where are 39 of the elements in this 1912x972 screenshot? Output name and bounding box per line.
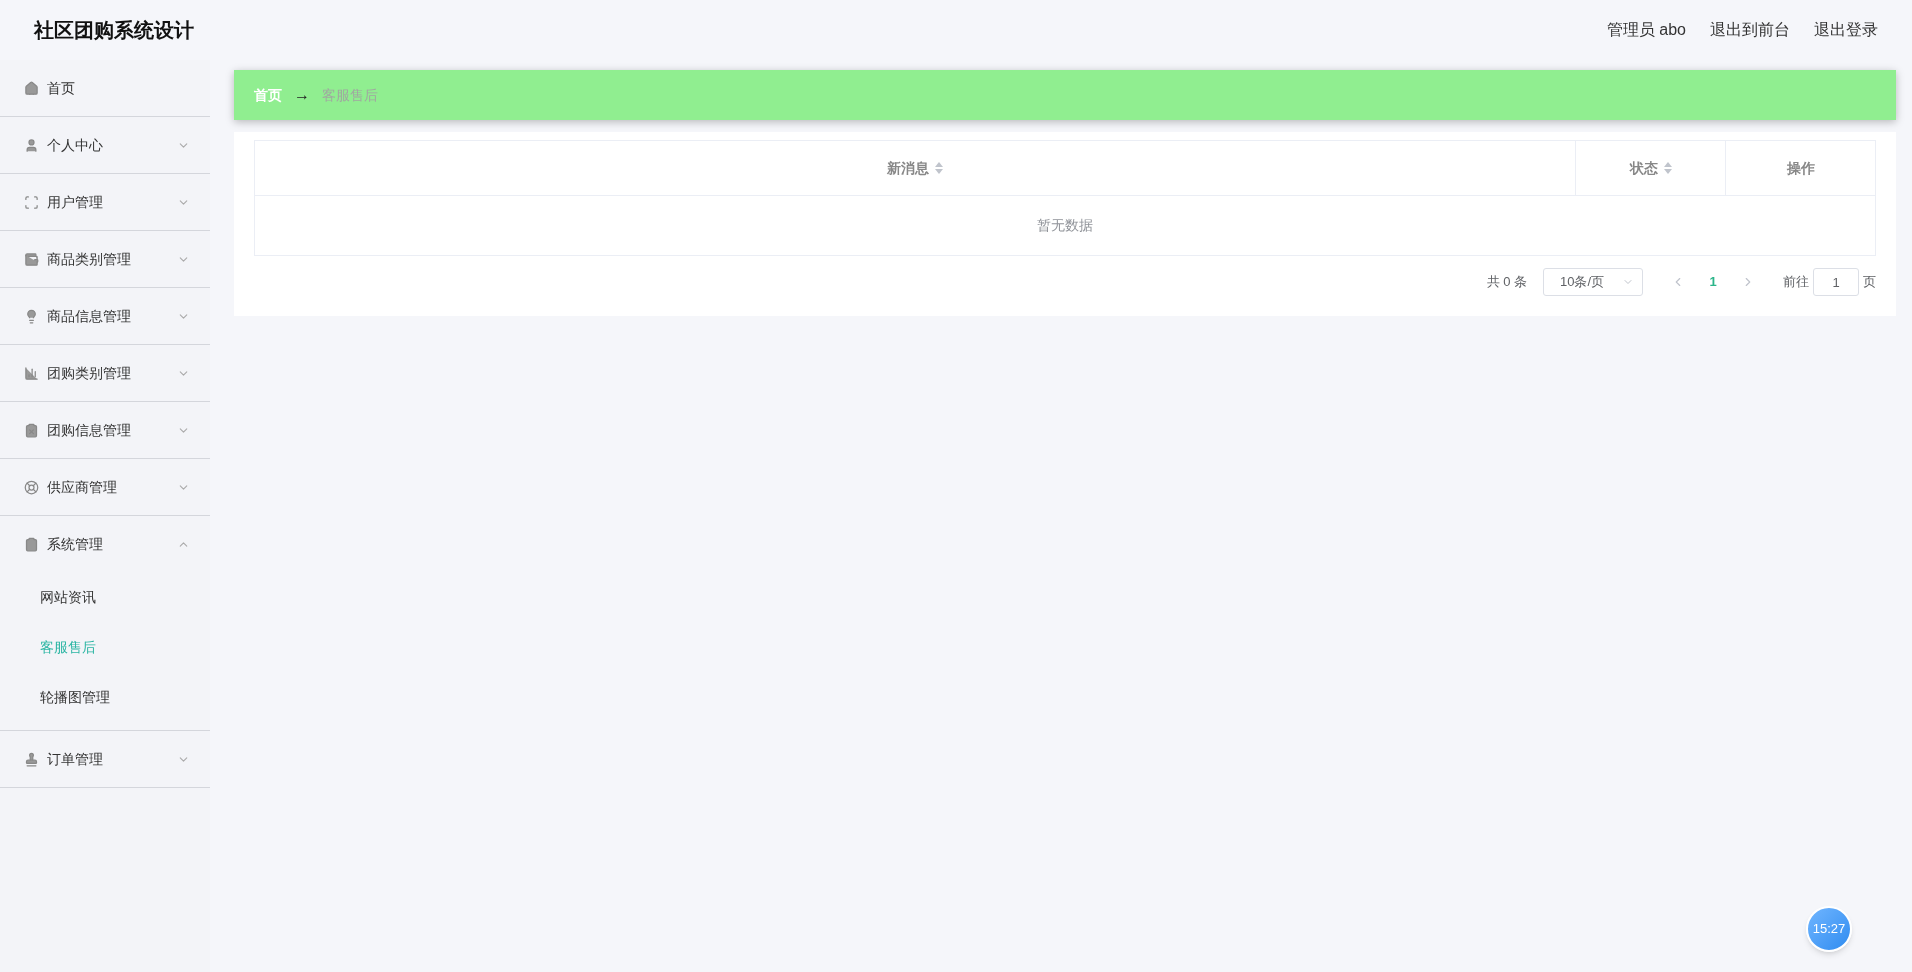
bar-chart-icon xyxy=(24,365,39,381)
lifebuoy-icon xyxy=(24,479,39,495)
goto-suffix: 页 xyxy=(1863,273,1876,292)
sidebar-item[interactable]: 团购类别管理 xyxy=(0,345,210,401)
empty-table-text: 暂无数据 xyxy=(1037,216,1093,235)
submenu-item[interactable]: 网站资讯 xyxy=(0,572,210,622)
sidebar-item[interactable]: 系统管理 xyxy=(0,516,210,572)
clipboard-x-icon xyxy=(24,422,39,438)
sidebar-item[interactable]: 团购信息管理 xyxy=(0,402,210,458)
clipboard-icon xyxy=(24,536,39,552)
header-link[interactable]: 管理员 abo xyxy=(1606,18,1686,42)
header-link[interactable]: 退出登录 xyxy=(1814,18,1878,42)
total-count: 共 0 条 xyxy=(1486,273,1527,292)
sort-icon[interactable] xyxy=(935,162,943,174)
wallet-icon xyxy=(24,251,39,267)
sort-icon[interactable] xyxy=(1663,162,1672,174)
column-header[interactable]: 新消息 xyxy=(255,141,1575,195)
sidebar-item[interactable]: 首页 xyxy=(0,60,210,116)
sidebar-item[interactable]: 商品类别管理 xyxy=(0,231,210,287)
app-title: 社区团购系统设计 xyxy=(34,18,194,43)
stamp-icon xyxy=(24,751,39,767)
page-size-select[interactable]: 10条/页 xyxy=(1543,268,1643,296)
breadcrumb-separator: → xyxy=(294,85,310,105)
page-input[interactable]: 1 xyxy=(1813,268,1859,296)
sidebar-item[interactable]: 供应商管理 xyxy=(0,459,210,515)
breadcrumb-current: 客服售后 xyxy=(322,85,378,105)
sidebar-item[interactable]: 用户管理 xyxy=(0,174,210,230)
home-icon xyxy=(24,80,39,96)
header-link[interactable]: 退出到前台 xyxy=(1710,18,1790,42)
sidebar-item[interactable]: 订单管理 xyxy=(0,731,210,787)
user-icon xyxy=(24,137,39,153)
scan-frame-icon xyxy=(24,194,39,210)
sidebar-item[interactable]: 个人中心 xyxy=(0,117,210,173)
goto-label: 前往 xyxy=(1783,273,1809,292)
column-header: 操作 xyxy=(1725,141,1875,195)
column-header[interactable]: 状态 xyxy=(1575,141,1725,195)
lightbulb-icon xyxy=(24,308,39,324)
sidebar-item[interactable]: 商品信息管理 xyxy=(0,288,210,344)
submenu-item[interactable]: 轮播图管理 xyxy=(0,672,210,722)
